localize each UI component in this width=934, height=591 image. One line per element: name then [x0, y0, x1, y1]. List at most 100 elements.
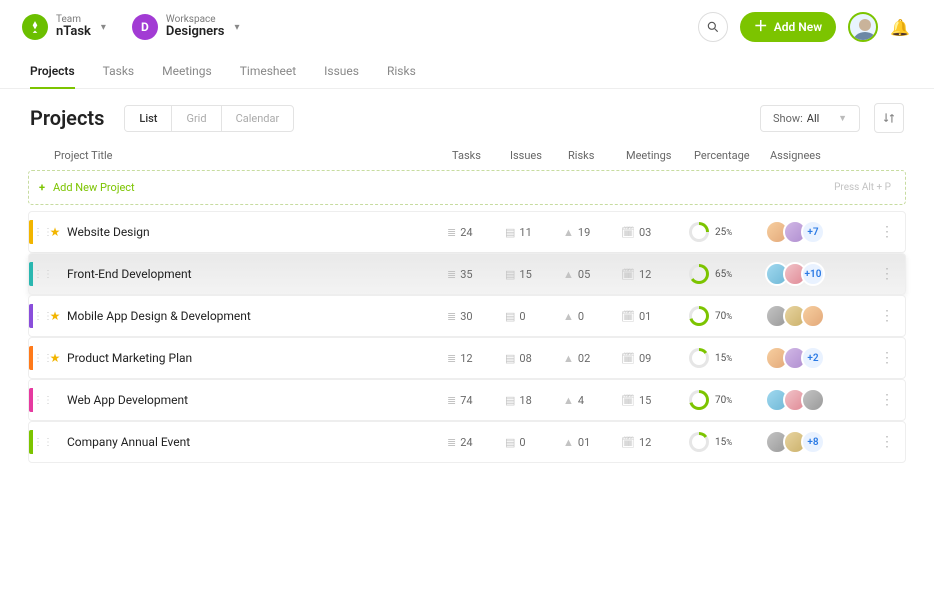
assignees-cell: +8	[765, 430, 875, 454]
nav-tab-timesheet[interactable]: Timesheet	[240, 54, 296, 88]
more-assignees[interactable]: +7	[801, 220, 825, 244]
project-row[interactable]: ⋮⋮ ★ Mobile App Design & Development ≣30…	[28, 295, 906, 337]
meetings-cell: 🗓01	[621, 310, 689, 323]
doc-icon: ▤	[505, 226, 515, 239]
assignees-cell	[765, 388, 875, 412]
row-menu-button[interactable]: ⋮	[875, 434, 899, 450]
percentage-cell: 25%	[689, 222, 765, 242]
meetings-cell: 🗓15	[621, 394, 689, 407]
issues-cell: ▤11	[505, 226, 563, 239]
warning-icon: ▲	[563, 394, 574, 407]
plus-icon: +	[39, 181, 45, 194]
doc-icon: ▤	[505, 310, 515, 323]
view-list[interactable]: List	[125, 106, 171, 131]
search-button[interactable]	[698, 12, 728, 42]
project-row[interactable]: ⋮⋮ Company Annual Event ≣24 ▤0 ▲01 🗓12 1…	[28, 421, 906, 463]
meetings-cell: 🗓12	[621, 436, 689, 449]
nav-tab-meetings[interactable]: Meetings	[162, 54, 212, 88]
project-row[interactable]: ⋮⋮ Front-End Development ≣35 ▤15 ▲05 🗓12…	[28, 253, 906, 295]
more-assignees[interactable]: +8	[801, 430, 825, 454]
workspace-name: Designers	[166, 25, 225, 39]
col-meetings: Meetings	[626, 149, 694, 162]
drag-handle-icon[interactable]: ⋮⋮	[33, 353, 47, 364]
warning-icon: ▲	[563, 310, 574, 323]
main-nav: Projects Tasks Meetings Timesheet Issues Risk…	[0, 54, 934, 89]
progress-ring-icon	[689, 348, 709, 368]
doc-icon: ▤	[505, 436, 515, 449]
nav-tab-projects[interactable]: Projects	[30, 54, 75, 88]
project-title: Company Annual Event	[63, 435, 447, 449]
profile-avatar[interactable]	[848, 12, 878, 42]
more-assignees[interactable]: +2	[801, 346, 825, 370]
chevron-down-icon: ▾	[101, 22, 106, 33]
project-title: Website Design	[63, 225, 447, 239]
search-icon	[706, 20, 720, 34]
avatar[interactable]	[801, 304, 825, 328]
star-icon[interactable]: ★	[47, 351, 63, 365]
sort-icon	[882, 111, 896, 125]
table-header: Project Title Tasks Issues Risks Meeting…	[0, 143, 934, 170]
issues-cell: ▤0	[505, 310, 563, 323]
filter-value: All	[807, 112, 820, 125]
tasks-cell: ≣12	[447, 352, 505, 365]
assignees-cell: +7	[765, 220, 875, 244]
project-row[interactable]: ⋮⋮ ★ Website Design ≣24 ▤11 ▲19 🗓03 25% …	[28, 211, 906, 253]
star-icon[interactable]: ★	[47, 309, 63, 323]
row-menu-button[interactable]: ⋮	[875, 350, 899, 366]
project-row[interactable]: ⋮⋮ Web App Development ≣74 ▤18 ▲4 🗓15 70…	[28, 379, 906, 421]
show-filter[interactable]: Show: All ▼	[760, 105, 860, 132]
drag-handle-icon[interactable]: ⋮⋮	[33, 227, 47, 238]
chevron-down-icon: ▾	[234, 22, 239, 33]
progress-ring-icon	[689, 306, 709, 326]
drag-handle-icon[interactable]: ⋮⋮	[33, 311, 47, 322]
risks-cell: ▲05	[563, 268, 621, 281]
row-menu-button[interactable]: ⋮	[875, 392, 899, 408]
view-switch: ListGridCalendar	[124, 105, 294, 132]
add-new-button[interactable]: ＋ Add New	[740, 12, 836, 42]
add-project-label: Add New Project	[53, 181, 135, 194]
percentage-cell: 15%	[689, 348, 765, 368]
progress-ring-icon	[689, 222, 709, 242]
workspace-crumb[interactable]: D Workspace Designers ▾	[128, 10, 250, 44]
calendar-icon: 🗓	[621, 226, 635, 239]
nav-tab-tasks[interactable]: Tasks	[103, 54, 135, 88]
view-grid[interactable]: Grid	[171, 106, 220, 131]
drag-handle-icon[interactable]: ⋮⋮	[33, 437, 47, 448]
list-icon: ≣	[447, 226, 456, 239]
team-name: nTask	[56, 25, 91, 39]
col-percentage: Percentage	[694, 149, 770, 162]
drag-handle-icon[interactable]: ⋮⋮	[33, 269, 47, 280]
bell-icon[interactable]: 🔔	[890, 18, 910, 37]
sort-button[interactable]	[874, 103, 904, 133]
list-icon: ≣	[447, 268, 456, 281]
avatar[interactable]	[801, 388, 825, 412]
project-row[interactable]: ⋮⋮ ★ Product Marketing Plan ≣12 ▤08 ▲02 …	[28, 337, 906, 379]
calendar-icon: 🗓	[621, 436, 635, 449]
calendar-icon: 🗓	[621, 394, 635, 407]
drag-handle-icon[interactable]: ⋮⋮	[33, 395, 47, 406]
row-menu-button[interactable]: ⋮	[875, 266, 899, 282]
progress-ring-icon	[689, 432, 709, 452]
add-project-row[interactable]: + Add New Project Press Alt + P	[28, 170, 906, 205]
risks-cell: ▲02	[563, 352, 621, 365]
percentage-cell: 70%	[689, 306, 765, 326]
tasks-cell: ≣35	[447, 268, 505, 281]
nav-tab-issues[interactable]: Issues	[324, 54, 359, 88]
more-assignees[interactable]: +10	[801, 262, 825, 286]
tasks-cell: ≣74	[447, 394, 505, 407]
calendar-icon: 🗓	[621, 352, 635, 365]
row-menu-button[interactable]: ⋮	[875, 224, 899, 240]
projects-toolbar: Projects ListGridCalendar Show: All ▼	[0, 89, 934, 143]
view-calendar[interactable]: Calendar	[221, 106, 294, 131]
row-menu-button[interactable]: ⋮	[875, 308, 899, 324]
team-crumb[interactable]: Team nTask ▾	[18, 10, 116, 44]
meetings-cell: 🗓09	[621, 352, 689, 365]
nav-tab-risks[interactable]: Risks	[387, 54, 416, 88]
percentage-cell: 15%	[689, 432, 765, 452]
star-icon[interactable]: ★	[47, 225, 63, 239]
risks-cell: ▲4	[563, 394, 621, 407]
progress-ring-icon	[689, 390, 709, 410]
progress-ring-icon	[689, 264, 709, 284]
doc-icon: ▤	[505, 394, 515, 407]
filter-label: Show:	[773, 112, 803, 125]
